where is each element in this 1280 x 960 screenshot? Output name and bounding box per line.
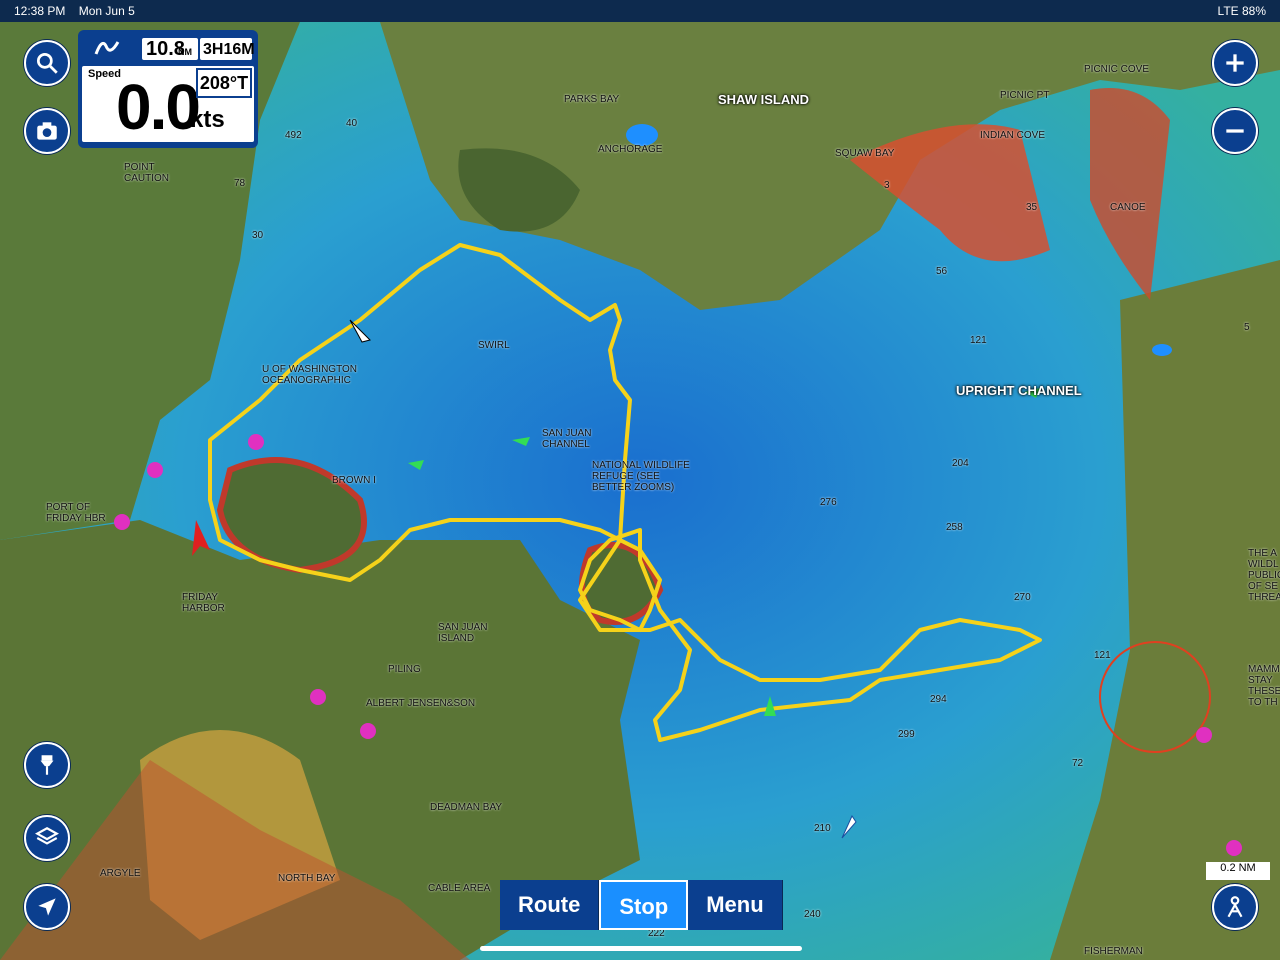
info-panel[interactable]: 10.8 NM 3H16M Speed 0.0 kts 208°T [78, 30, 258, 148]
label-u-of-washington: U OF WASHINGTON OCEANOGRAPHIC [262, 364, 357, 386]
scale-bar: 0.2 NM [1206, 862, 1270, 880]
label-parks-bay: PARKS BAY [564, 94, 620, 105]
label-mamm: MAMM STAY THESE TO TH [1248, 664, 1280, 708]
speed-unit: kts [190, 106, 225, 133]
label-port-of-friday: PORT OF FRIDAY HBR [46, 502, 106, 524]
time-value: 3H16M [203, 41, 255, 58]
status-time: 12:38 PM [14, 4, 66, 18]
label-squaw-bay: SQUAW BAY [835, 148, 895, 159]
label-anchorage: ANCHORAGE [598, 144, 663, 155]
navigate-button[interactable] [24, 884, 70, 930]
label-point-caution: POINT CAUTION [124, 162, 169, 184]
route-button[interactable]: Route [500, 880, 600, 930]
depth-label: 294 [930, 694, 947, 705]
status-bar: 12:38 PM Mon Jun 5 LTE 88% [0, 0, 1280, 22]
label-san-juan-island: SAN JUAN ISLAND [438, 622, 488, 644]
depth-label: 78 [234, 178, 246, 189]
depth-label: 299 [898, 729, 915, 740]
depth-label: 276 [820, 497, 837, 508]
label-picnic-cove: PICNIC COVE [1084, 64, 1150, 75]
home-indicator[interactable] [480, 946, 802, 951]
label-friday-harbor: FRIDAY HARBOR [182, 592, 225, 614]
label-piling: PILING [388, 664, 421, 675]
bottom-toolbar: Route Stop Menu [500, 880, 783, 930]
depth-label: 35 [1026, 202, 1038, 213]
depth-label: 72 [1072, 758, 1084, 769]
label-indian-cove: INDIAN COVE [980, 130, 1046, 141]
label-swirl: SWIRL [478, 340, 510, 351]
depth-label: 492 [285, 130, 302, 141]
label-the-a: THE A WILDL PUBLIC OF SE THREA [1248, 548, 1280, 603]
depth-label: 240 [804, 909, 821, 920]
label-national-wildlife: NATIONAL WILDLIFE REFUGE (SEE BETTER ZOO… [592, 460, 690, 493]
menu-button[interactable]: Menu [688, 880, 783, 930]
status-date: Mon Jun 5 [78, 4, 135, 18]
plus-icon [1226, 54, 1244, 72]
label-albert-jensen: ALBERT JENSEN&SON [366, 698, 476, 709]
label-upright-channel: UPRIGHT CHANNEL [956, 383, 1082, 398]
label-north-bay: NORTH BAY [278, 873, 336, 884]
depth-label: 56 [936, 266, 948, 277]
time-box: 3H16M [200, 38, 255, 60]
distance-unit: NM [178, 47, 192, 57]
depth-label: 258 [946, 522, 963, 533]
zoom-in-button[interactable] [1212, 40, 1258, 86]
depth-label: 3 [884, 180, 890, 191]
search-button[interactable] [24, 40, 70, 86]
label-san-juan-channel: SAN JUAN CHANNEL [542, 428, 592, 450]
label-fisherman: FISHERMAN [1084, 946, 1143, 957]
status-right: LTE 88% [1217, 4, 1266, 18]
zoom-out-button[interactable] [1212, 108, 1258, 154]
label-picnic-pt: PICNIC PT [1000, 90, 1050, 101]
label-deadman-bay: DEADMAN BAY [430, 802, 503, 813]
depth-label: 5 [1244, 322, 1250, 333]
heading-value: 208°T [196, 68, 252, 98]
distance-box: 10.8 NM [142, 38, 198, 60]
minus-icon [1226, 129, 1244, 133]
depth-label: 210 [814, 823, 831, 834]
label-brown-i: BROWN I [332, 475, 376, 486]
depth-label: 40 [346, 118, 358, 129]
depth-label: 121 [970, 335, 987, 346]
speed-value: 0.0 [116, 71, 201, 143]
depth-label: 30 [252, 230, 264, 241]
label-shaw-island: SHAW ISLAND [718, 92, 809, 107]
camera-button[interactable] [24, 108, 70, 154]
pin-button[interactable] [24, 742, 70, 788]
person-icon [1227, 896, 1243, 918]
camera-icon [37, 122, 57, 140]
pin-icon [40, 755, 54, 775]
label-cable-area: CABLE AREA [428, 883, 491, 894]
search-icon [36, 52, 58, 74]
depth-label: 121 [1094, 650, 1111, 661]
navigate-arrow-icon [38, 898, 56, 916]
label-canoe: CANOE [1110, 202, 1146, 213]
layers-icon [35, 827, 59, 845]
route-icon [94, 41, 120, 55]
depth-label: 270 [1014, 592, 1031, 603]
stop-button[interactable]: Stop [599, 880, 689, 930]
speed-box: Speed 0.0 kts 208°T [82, 66, 254, 143]
person-button[interactable] [1212, 884, 1258, 930]
label-argyle: ARGYLE [100, 868, 141, 879]
depth-label: 204 [952, 458, 969, 469]
layers-button[interactable] [24, 815, 70, 861]
